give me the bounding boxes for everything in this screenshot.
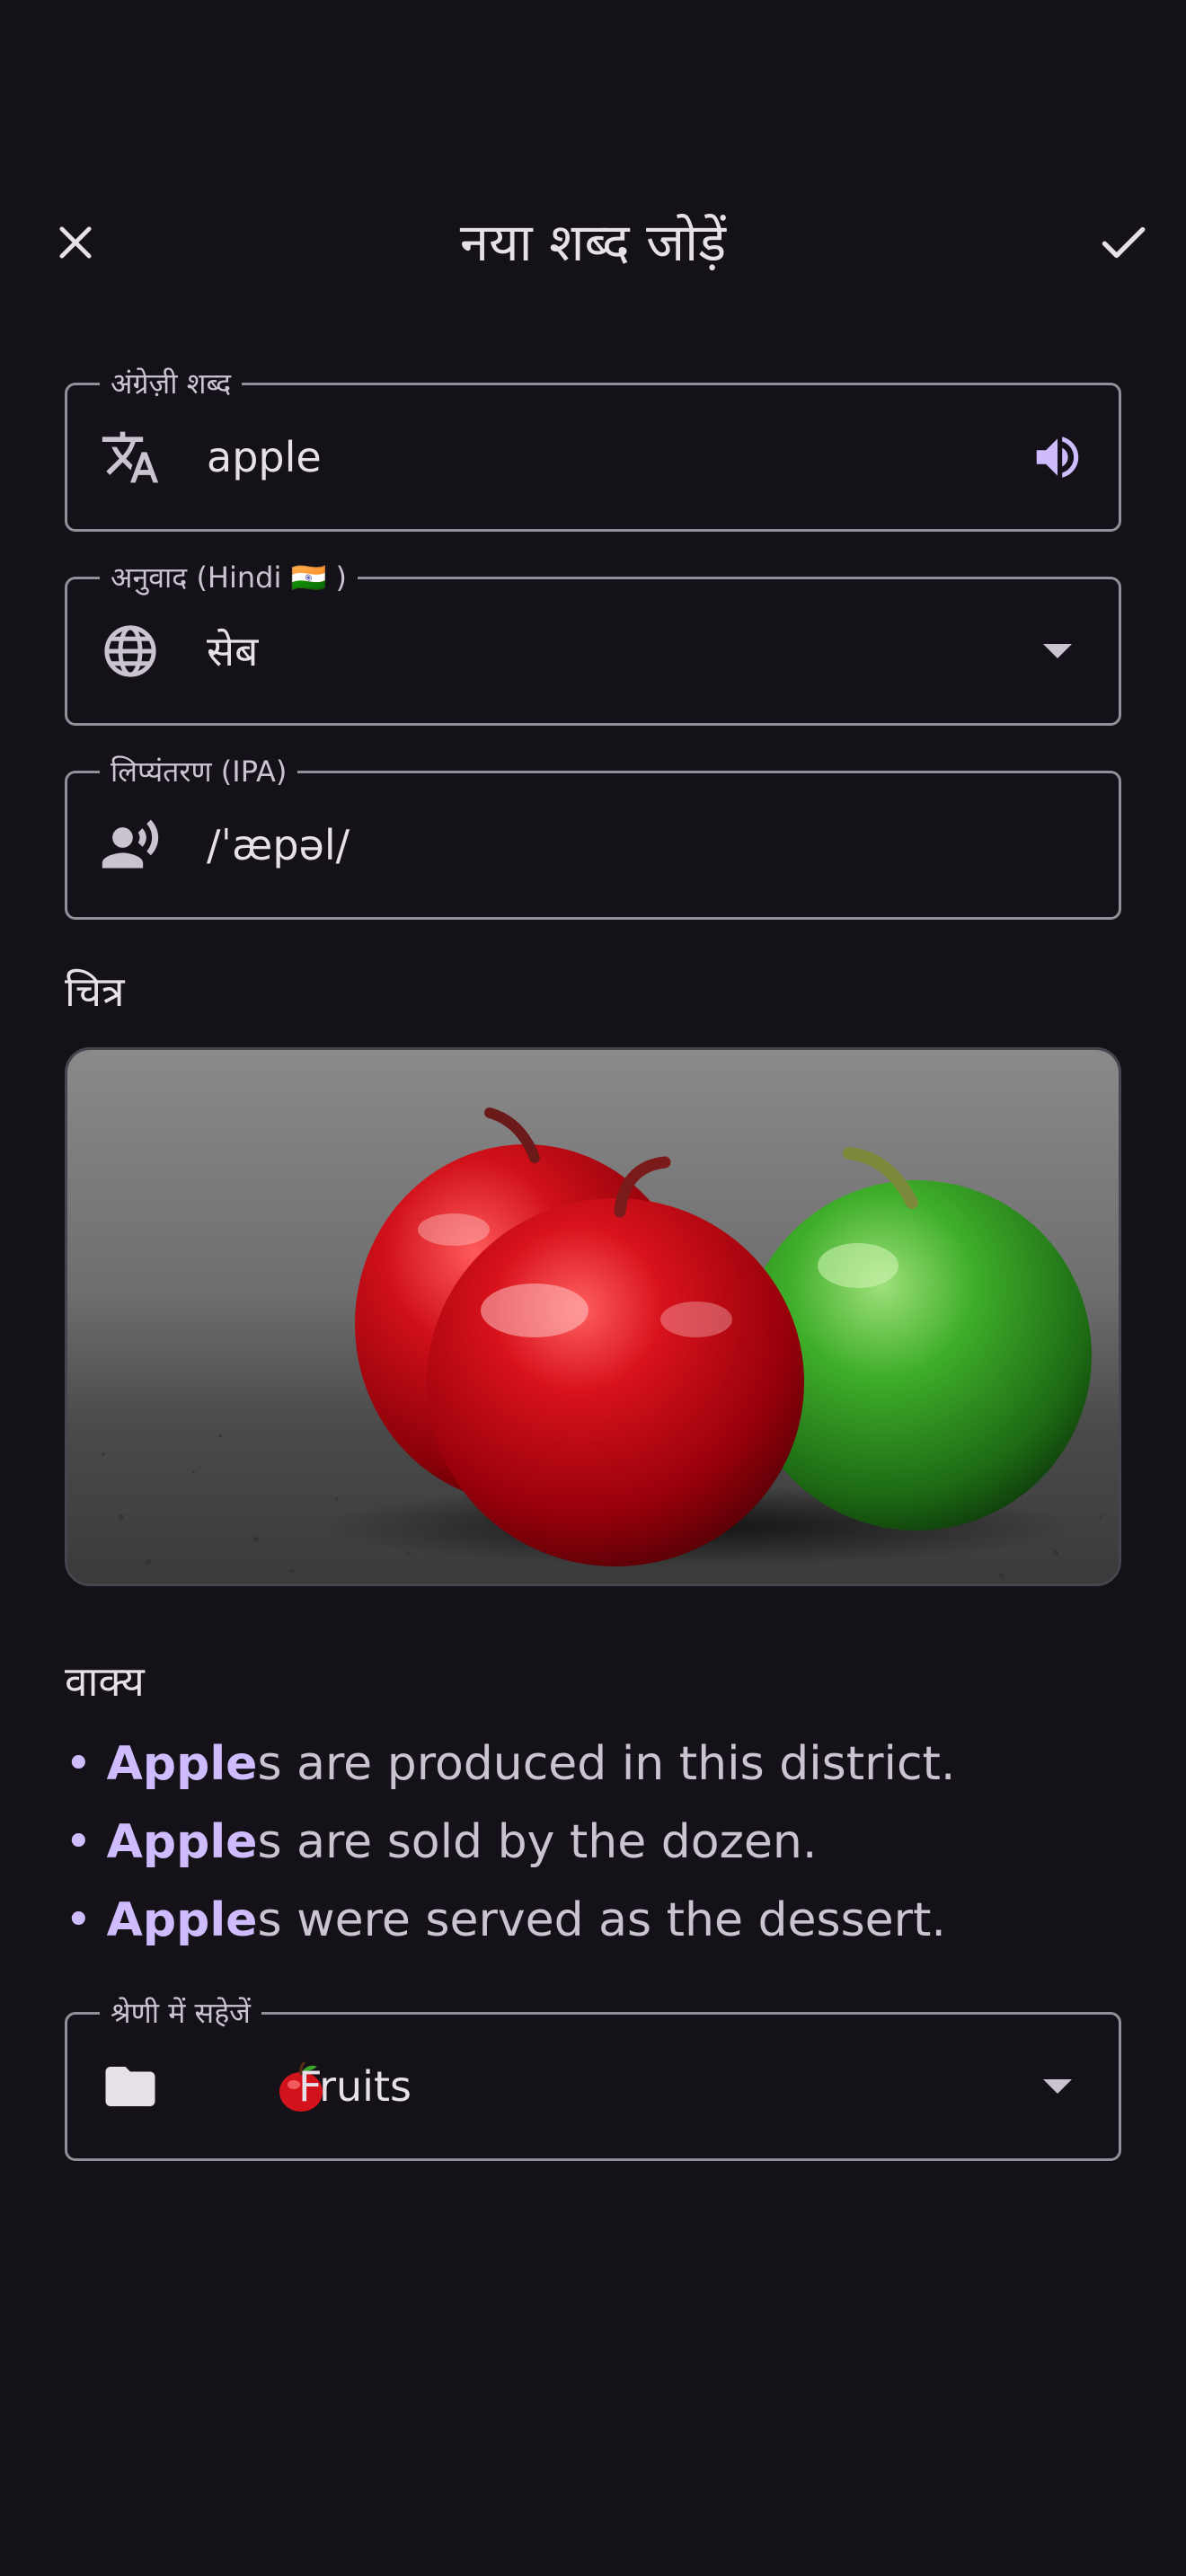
top-app-bar: नया शब्द जोड़ें xyxy=(0,180,1186,305)
folder-icon xyxy=(100,2056,161,2117)
category-field[interactable]: श्रेणी में सहेजें Fruits xyxy=(65,1995,1121,2161)
page-title: नया शब्द जोड़ें xyxy=(459,212,727,273)
word-image[interactable] xyxy=(65,1047,1121,1586)
volume-up-icon xyxy=(1036,437,1079,478)
sentence-highlight: Apple xyxy=(106,1893,258,1947)
translation-input[interactable]: सेब xyxy=(207,624,258,678)
translate-icon xyxy=(100,427,161,488)
bullet: • xyxy=(65,1893,93,1947)
dropdown-arrow-icon xyxy=(1043,2079,1072,2094)
pronounce-button[interactable] xyxy=(1025,425,1090,490)
record-voice-icon xyxy=(100,815,161,876)
sentence-text: s are produced in this district. xyxy=(257,1737,956,1791)
ipa-input[interactable]: /ˈæpəl/ xyxy=(207,818,350,872)
translation-field[interactable]: अनुवाद (Hindi 🇮🇳 ) सेब xyxy=(65,560,1121,726)
save-button[interactable] xyxy=(1080,199,1166,286)
bullet: • xyxy=(65,1737,93,1791)
apples-photo xyxy=(67,1050,1119,1584)
english-word-label: अंग्रेज़ी शब्द xyxy=(100,366,243,401)
sentences-section-title: वाक्य xyxy=(65,1657,145,1706)
check-icon xyxy=(1102,226,1146,259)
sentence-highlight: Apple xyxy=(106,1737,258,1791)
bullet: • xyxy=(65,1815,93,1869)
category-label: श्रेणी में सहेजें xyxy=(100,1995,261,2031)
sentence-item: • Apples are produced in this district. xyxy=(65,1733,955,1795)
image-section-title: चित्र xyxy=(65,967,125,1016)
sentence-item: • Apples were served as the dessert. xyxy=(65,1889,946,1952)
ipa-label: लिप्यंतरण (IPA) xyxy=(100,754,298,790)
globe-icon xyxy=(100,621,161,682)
sentence-text: s are sold by the dozen. xyxy=(257,1815,818,1869)
translation-label: अनुवाद (Hindi 🇮🇳 ) xyxy=(100,560,358,595)
sentence-highlight: Apple xyxy=(106,1815,258,1869)
ipa-field[interactable]: लिप्यंतरण (IPA) /ˈæpəl/ xyxy=(65,754,1121,920)
category-dropdown-button[interactable] xyxy=(1025,2054,1090,2119)
sentence-text: s were served as the dessert. xyxy=(257,1893,946,1947)
category-value[interactable]: Fruits xyxy=(298,2060,412,2113)
english-word-field[interactable]: अंग्रेज़ी शब्द apple xyxy=(65,366,1121,532)
sentence-item: • Apples are sold by the dozen. xyxy=(65,1811,817,1874)
dropdown-arrow-icon xyxy=(1043,644,1072,658)
english-word-input[interactable]: apple xyxy=(207,430,322,484)
translation-dropdown-button[interactable] xyxy=(1025,619,1090,684)
